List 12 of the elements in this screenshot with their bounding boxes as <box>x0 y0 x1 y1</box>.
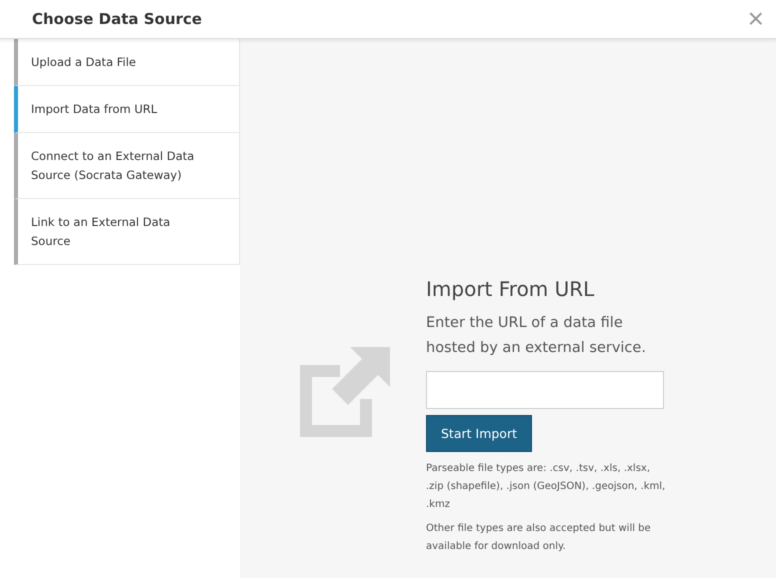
external-link-icon <box>300 347 390 437</box>
file-types-note: Parseable file types are: .csv, .tsv, .xls, .xlsx, .zip (shapefile), .json (GeoJSON), .geojson, .kml, .kmz <box>426 462 666 512</box>
panel-heading: Import From URL <box>426 277 596 301</box>
url-input-field[interactable] <box>426 371 664 409</box>
start-import-button[interactable]: Start Import <box>426 415 532 452</box>
dialog-title: Choose Data Source <box>32 10 202 28</box>
sidebar-item[interactable]: Link to an External Data Source <box>14 199 240 265</box>
sidebar-item[interactable]: Upload a Data File <box>14 39 240 86</box>
download-note: Other file types are also accepted but will be available for download only. <box>426 522 652 554</box>
sidebar-item[interactable]: Import Data from URL <box>14 86 240 133</box>
instructions: Enter the URL of a data file hosted by an external service. <box>426 314 647 358</box>
sidebar-item[interactable]: Connect to an External Data Source (Socrata Gateway) <box>14 133 240 199</box>
